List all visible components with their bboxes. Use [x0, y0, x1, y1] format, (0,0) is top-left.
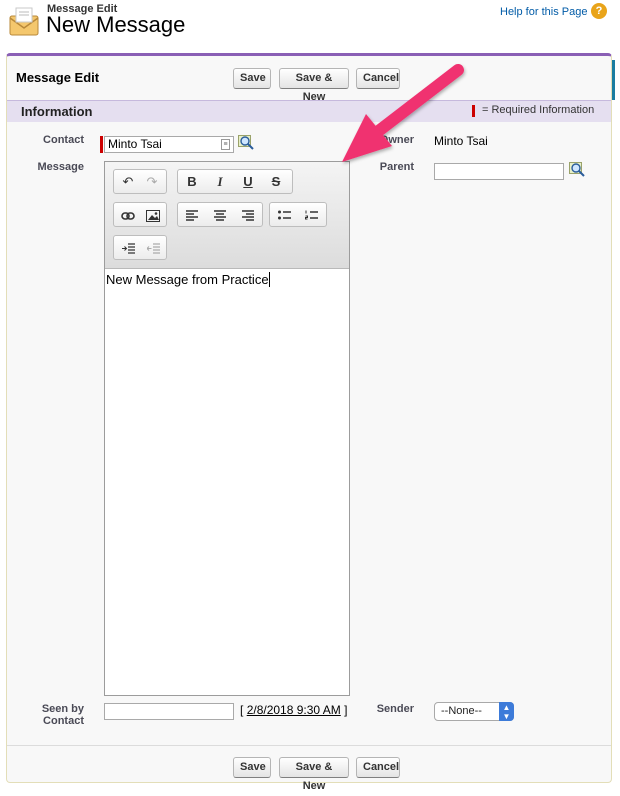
bottom-divider [7, 745, 611, 746]
outdent-icon[interactable] [142, 238, 164, 257]
sender-label: Sender [376, 703, 414, 715]
sender-select[interactable]: --None-- ▲ ▼ [434, 702, 514, 721]
contact-required-bar [100, 136, 103, 153]
indent-icon[interactable] [117, 238, 139, 257]
help-link[interactable]: Help for this Page [500, 6, 587, 18]
side-tab[interactable] [612, 60, 620, 100]
sender-selected-value: --None-- [441, 705, 482, 717]
seen-date-picker: [ 2/8/2018 9:30 AM ] [240, 703, 347, 717]
owner-value: Minto Tsai [434, 134, 488, 148]
strikethrough-icon[interactable]: S [265, 172, 287, 191]
parent-lookup-icon[interactable] [569, 162, 587, 178]
underline-icon[interactable]: U [237, 172, 259, 191]
required-indicator-icon [472, 105, 475, 117]
contact-input-value: Minto Tsai [108, 137, 162, 151]
link-icon[interactable] [117, 205, 139, 224]
owner-label: Owner [379, 134, 414, 146]
editor-content[interactable]: New Message from Practice [106, 272, 270, 287]
save-button-bottom[interactable]: Save [233, 757, 271, 778]
undo-icon[interactable]: ↶ [117, 172, 139, 191]
contact-input[interactable]: Minto Tsai ≡ [104, 136, 234, 153]
list-group [269, 202, 327, 227]
block-title: Message Edit [16, 70, 100, 85]
seen-by-contact-input[interactable] [104, 703, 234, 720]
insert-group [113, 202, 167, 227]
history-group: ↶ ↷ [113, 169, 167, 194]
italic-icon[interactable]: I [209, 172, 231, 191]
message-label: Message [37, 161, 84, 173]
save-new-button-bottom[interactable]: Save & New [279, 757, 349, 792]
bulleted-list-icon[interactable] [273, 205, 295, 224]
save-button-top[interactable]: Save [233, 68, 271, 89]
align-right-icon[interactable] [237, 205, 259, 224]
editor-toolbar: ↶ ↷ B I U S [105, 162, 349, 269]
section-title: Information [21, 104, 93, 119]
required-legend: = Required Information [482, 104, 595, 116]
image-icon[interactable] [142, 205, 164, 224]
page-title: New Message [46, 12, 186, 37]
align-center-icon[interactable] [209, 205, 231, 224]
save-new-button-top[interactable]: Save & New [279, 68, 349, 103]
message-body-text: New Message from Practice [106, 272, 269, 287]
numbered-list-icon[interactable] [300, 205, 322, 224]
select-updown-icon: ▲ ▼ [499, 702, 514, 721]
parent-input[interactable] [434, 163, 564, 180]
seen-date-link[interactable]: 2/8/2018 9:30 AM [247, 703, 341, 717]
help-icon[interactable]: ? [591, 3, 607, 19]
redo-icon[interactable]: ↷ [141, 172, 163, 191]
bracket-open: [ [240, 703, 244, 717]
parent-label: Parent [379, 161, 414, 173]
contact-label: Contact [43, 134, 84, 146]
cancel-button-top[interactable]: Cancel [356, 68, 400, 89]
alignment-group [177, 202, 263, 227]
seen-by-contact-label: Seen by Contact [41, 703, 84, 727]
align-left-icon[interactable] [181, 205, 203, 224]
bold-icon[interactable]: B [181, 172, 203, 191]
message-envelope-icon [9, 7, 39, 36]
cancel-button-bottom[interactable]: Cancel [356, 757, 400, 778]
contact-card-icon: ≡ [221, 139, 230, 150]
contact-lookup-icon[interactable] [238, 135, 256, 151]
bracket-close: ] [344, 703, 348, 717]
indent-group [113, 235, 167, 260]
text-caret [268, 272, 270, 287]
text-style-group: B I U S [177, 169, 293, 194]
